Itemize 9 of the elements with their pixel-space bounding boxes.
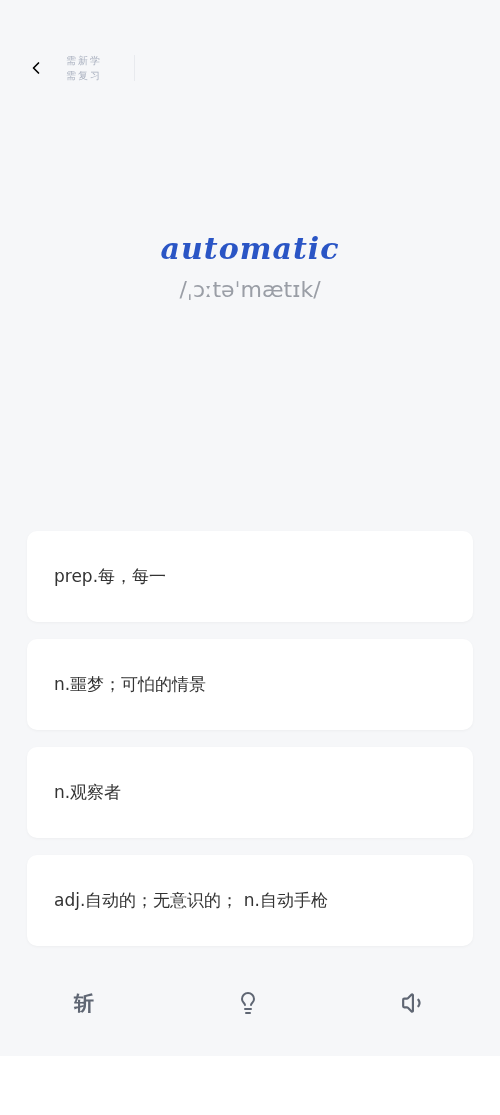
word-title: automatic <box>160 230 340 268</box>
stat-label: 需复习 <box>66 69 103 83</box>
answer-option[interactable]: prep.每，每一 <box>27 531 473 622</box>
phonetic-text: /ˌɔːtəˈmætɪk/ <box>179 276 321 304</box>
stat-label: 需新学 <box>66 54 103 68</box>
answer-option[interactable]: n.观察者 <box>27 747 473 838</box>
cut-button[interactable]: 斩 <box>72 988 96 1018</box>
answer-option[interactable]: adj.自动的；无意识的； n.自动手枪 <box>27 855 473 946</box>
answer-option[interactable]: n.噩梦；可怕的情景 <box>27 639 473 730</box>
